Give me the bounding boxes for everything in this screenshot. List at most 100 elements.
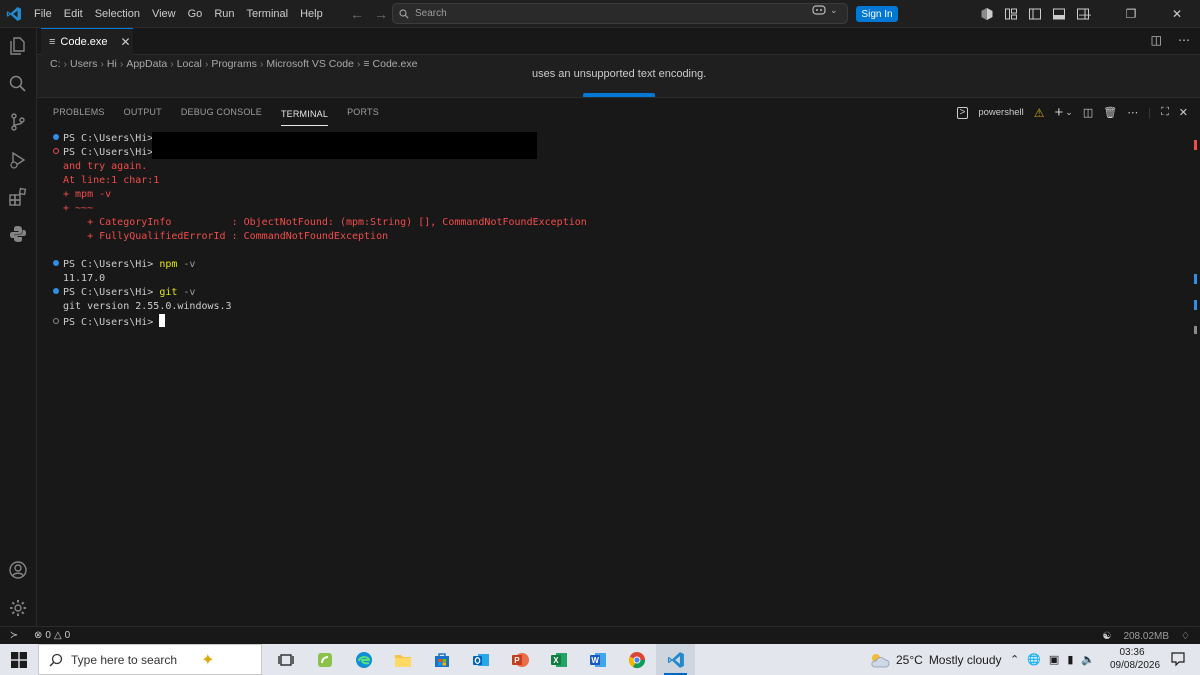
menu-help[interactable]: Help bbox=[294, 0, 329, 28]
settings-gear-icon[interactable] bbox=[6, 596, 30, 620]
menu-view[interactable]: View bbox=[146, 0, 182, 28]
new-terminal-plus-icon[interactable]: + bbox=[1055, 104, 1064, 121]
maximize-panel-icon[interactable]: ⛶ bbox=[1161, 106, 1169, 119]
remote-indicator-icon[interactable]: ≻ bbox=[0, 627, 28, 645]
search-view-icon[interactable] bbox=[6, 72, 30, 96]
customize-layout-icon[interactable] bbox=[1004, 7, 1018, 21]
battery-icon[interactable]: ▮ bbox=[1067, 653, 1073, 666]
restore-icon[interactable]: ❐ bbox=[1108, 0, 1154, 28]
command-success-icon[interactable] bbox=[53, 260, 59, 266]
chevron-up-icon[interactable]: ⌃ bbox=[1010, 653, 1019, 666]
breadcrumb-item[interactable]: Microsoft VS Code bbox=[266, 58, 354, 70]
green-app-icon[interactable] bbox=[305, 644, 344, 675]
minimize-icon[interactable]: — bbox=[1062, 0, 1108, 28]
weather-widget[interactable]: 25°C Mostly cloudy bbox=[868, 644, 1002, 675]
menu-terminal[interactable]: Terminal bbox=[241, 0, 295, 28]
accounts-shield-icon[interactable] bbox=[980, 7, 994, 21]
more-actions-icon[interactable]: ⋯ bbox=[1127, 106, 1138, 119]
copilot-menu[interactable]: ⌄ bbox=[812, 4, 838, 16]
breadcrumb-item[interactable]: C: bbox=[50, 58, 61, 70]
clock-date: 09/08/2026 bbox=[1110, 660, 1161, 671]
split-terminal-icon[interactable]: ◫ bbox=[1083, 106, 1093, 119]
tab-code-exe[interactable]: ≡ Code.exe ✕ bbox=[41, 28, 133, 55]
close-icon[interactable]: ✕ bbox=[121, 35, 131, 49]
back-arrow-icon[interactable]: ← bbox=[350, 6, 364, 22]
accounts-icon[interactable] bbox=[6, 558, 30, 582]
outlook-icon[interactable] bbox=[461, 644, 500, 675]
terminal-line: PS C:\Users\Hi> bbox=[53, 314, 166, 328]
globe-icon[interactable]: 🌐 bbox=[1027, 653, 1041, 666]
microsoft-store-icon[interactable] bbox=[422, 644, 461, 675]
menu-run[interactable]: Run bbox=[208, 0, 240, 28]
terminal-line: PS C:\Users\Hi> npm -v bbox=[53, 258, 195, 272]
windows-start-icon[interactable] bbox=[0, 644, 38, 675]
breadcrumb-item[interactable]: Code.exe bbox=[373, 58, 418, 70]
bell-icon[interactable]: ♢ bbox=[1181, 631, 1190, 642]
menu-file[interactable]: File bbox=[28, 0, 58, 28]
file-explorer-icon[interactable] bbox=[383, 644, 422, 675]
trash-icon[interactable]: 🗑 bbox=[1103, 106, 1117, 119]
window-controls: — ❐ ✕ bbox=[1062, 0, 1200, 28]
breadcrumb-item[interactable]: Local bbox=[177, 58, 202, 70]
memory-usage[interactable]: 208.02MB bbox=[1123, 631, 1169, 642]
task-view-icon[interactable] bbox=[266, 644, 305, 675]
tab-output[interactable]: OUTPUT bbox=[124, 98, 162, 126]
error-count: 0 bbox=[45, 630, 51, 641]
taskbar-apps: P X W bbox=[266, 644, 695, 675]
clock[interactable]: 03:36 09/08/2026 bbox=[1110, 646, 1161, 672]
close-panel-icon[interactable]: ✕ bbox=[1179, 106, 1188, 119]
tab-terminal[interactable]: TERMINAL bbox=[280, 103, 329, 126]
terminal-scrollbar[interactable] bbox=[1190, 132, 1200, 628]
shell-name[interactable]: powershell bbox=[978, 107, 1023, 118]
device-icon[interactable]: ▣ bbox=[1049, 653, 1059, 666]
volume-icon[interactable]: 🔈 bbox=[1081, 653, 1095, 666]
command-center-search[interactable]: Search bbox=[392, 3, 848, 24]
tab-debug-console[interactable]: DEBUG CONSOLE bbox=[181, 98, 262, 126]
command-error-icon[interactable] bbox=[53, 148, 59, 154]
source-control-icon[interactable] bbox=[6, 110, 30, 134]
command-success-icon[interactable] bbox=[53, 288, 59, 294]
excel-icon[interactable]: X bbox=[539, 644, 578, 675]
command-success-icon[interactable] bbox=[53, 134, 59, 140]
close-window-icon[interactable]: ✕ bbox=[1154, 0, 1200, 28]
chrome-icon[interactable] bbox=[617, 644, 656, 675]
powerpoint-icon[interactable]: P bbox=[500, 644, 539, 675]
more-actions-icon[interactable]: ⋯ bbox=[1178, 33, 1190, 47]
breadcrumb-item[interactable]: Hi bbox=[107, 58, 117, 70]
breadcrumb-item[interactable]: AppData bbox=[126, 58, 167, 70]
sparkle-highlight-icon: ✦ bbox=[201, 651, 215, 669]
tab-problems[interactable]: PROBLEMS bbox=[53, 98, 105, 126]
vscode-taskbar-icon[interactable] bbox=[656, 644, 695, 675]
sign-in-button[interactable]: Sign In bbox=[856, 6, 898, 22]
file-lines-icon: ≡ bbox=[49, 36, 56, 48]
svg-text:W: W bbox=[591, 656, 599, 665]
toggle-primary-sidebar-icon[interactable] bbox=[1028, 7, 1042, 21]
edge-browser-icon[interactable] bbox=[344, 644, 383, 675]
problems-indicator[interactable]: ⊗ 0 △ 0 bbox=[34, 630, 70, 641]
terminal-line: 11.17.0 bbox=[63, 273, 106, 284]
notification-center-icon[interactable] bbox=[1170, 651, 1186, 672]
tab-ports[interactable]: PORTS bbox=[347, 98, 379, 126]
explorer-icon[interactable] bbox=[6, 34, 30, 58]
vscode-logo-icon bbox=[0, 0, 28, 28]
system-tray: ⌃ 🌐 ▣ ▮ 🔈 bbox=[1010, 644, 1095, 675]
search-placeholder: Search bbox=[415, 8, 447, 19]
chevron-right-icon: › bbox=[170, 58, 174, 70]
command-marker bbox=[1194, 300, 1197, 310]
word-icon[interactable]: W bbox=[578, 644, 617, 675]
chevron-down-icon[interactable]: ⌄ bbox=[1065, 107, 1073, 118]
breadcrumb-item[interactable]: Users bbox=[70, 58, 97, 70]
python-icon[interactable] bbox=[6, 222, 30, 246]
extensions-icon[interactable] bbox=[6, 185, 30, 209]
copilot-status-icon[interactable]: ☯ bbox=[1102, 631, 1111, 642]
forward-arrow-icon[interactable]: → bbox=[374, 6, 388, 22]
menu-edit[interactable]: Edit bbox=[58, 0, 89, 28]
menu-go[interactable]: Go bbox=[182, 0, 209, 28]
terminal-line: At line:1 char:1 bbox=[63, 175, 160, 186]
taskbar-search[interactable]: Type here to search ✦ bbox=[38, 644, 262, 675]
split-editor-icon[interactable]: ◫ bbox=[1151, 33, 1162, 47]
editor-actions: ◫ ⋯ bbox=[1151, 33, 1190, 47]
menu-selection[interactable]: Selection bbox=[89, 0, 146, 28]
breadcrumb-item[interactable]: Programs bbox=[211, 58, 257, 70]
run-debug-icon[interactable] bbox=[6, 148, 30, 172]
